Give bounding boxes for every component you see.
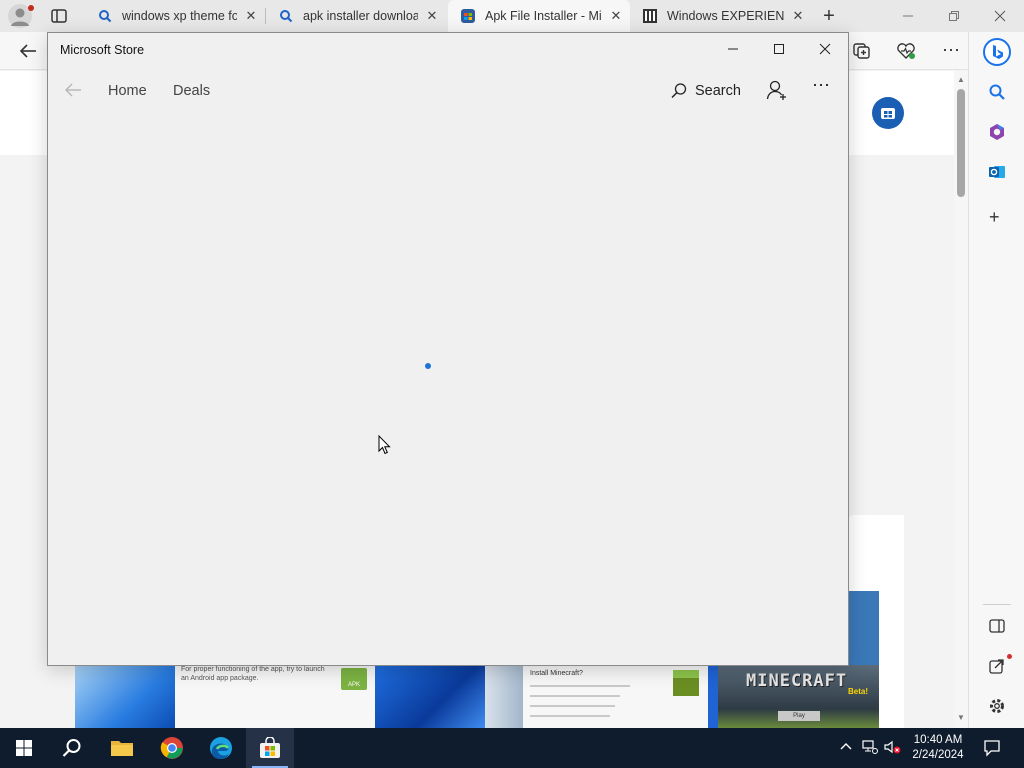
search-sidebar-icon[interactable] [988, 83, 1006, 106]
hide-sidebar-icon[interactable] [989, 619, 1005, 638]
copilot-icon[interactable] [983, 38, 1011, 66]
store-minimize-button[interactable] [710, 33, 756, 65]
mouse-cursor-icon [378, 434, 391, 460]
page-scrollbar[interactable]: ▲ ▼ [954, 71, 968, 728]
store-taskbar-button[interactable] [246, 728, 294, 768]
tab-windows-xp-theme[interactable]: windows xp theme fo ✕ [85, 0, 265, 32]
tab-title: Windows EXPERIENCE [667, 9, 784, 23]
close-icon[interactable]: ✕ [418, 8, 446, 24]
windows11-wallpaper-thumb [375, 665, 485, 728]
search-button[interactable]: Search [670, 81, 741, 101]
store-close-button[interactable] [802, 33, 848, 65]
edge-button[interactable] [197, 728, 245, 768]
tab-title: apk installer downloa [303, 9, 418, 23]
show-hidden-icons-chevron-icon[interactable] [840, 740, 852, 755]
apk-badge: APK [341, 668, 367, 690]
apk-dialog-thumb: For proper functioning of the app, try t… [175, 665, 375, 728]
nav-home-link[interactable]: Home [108, 83, 147, 99]
tab-windows-experience[interactable]: Windows EXPERIENCE ✕ [630, 0, 812, 32]
close-icon[interactable]: ✕ [784, 8, 812, 24]
edge-icon [210, 737, 232, 759]
start-button[interactable] [0, 728, 48, 768]
sign-in-user-icon[interactable] [766, 79, 788, 106]
webpage-screenshot-strip: For proper functioning of the app, try t… [75, 665, 879, 728]
share-icon[interactable] [989, 654, 1012, 679]
back-arrow-icon[interactable] [18, 42, 38, 60]
file-explorer-button[interactable] [98, 728, 146, 768]
tab-title: windows xp theme fo [122, 9, 237, 23]
play-button-thumb: Play [778, 711, 820, 721]
profile-avatar[interactable] [8, 4, 34, 28]
thumb-install-title: Install Minecraft? [530, 670, 583, 677]
store-window-title: Microsoft Store [60, 43, 145, 57]
store-icon [260, 737, 280, 758]
clock-date: 2/24/2024 [912, 749, 964, 761]
browser-close-button[interactable] [977, 0, 1023, 32]
system-clock[interactable]: 10:40 AM 2/24/2024 [906, 733, 970, 763]
close-icon[interactable]: ✕ [237, 8, 265, 24]
tab-apk-file-installer[interactable]: Apk File Installer - Mic ✕ [448, 0, 630, 32]
add-sidebar-app-icon[interactable]: + [989, 207, 1000, 228]
taskbar-search-button[interactable] [48, 728, 96, 768]
notifications-icon[interactable] [983, 739, 1001, 760]
tab-apk-installer-download[interactable]: apk installer downloa ✕ [266, 0, 446, 32]
store-maximize-button[interactable] [756, 33, 802, 65]
folder-icon [111, 741, 133, 756]
chrome-button[interactable] [148, 728, 196, 768]
thumb-line [530, 715, 610, 717]
thumb-line [530, 705, 615, 707]
search-icon [278, 8, 294, 24]
install-dialog-thumb: Install Minecraft? [523, 665, 713, 728]
windows-logo-icon [16, 740, 32, 756]
collections-icon[interactable] [852, 42, 872, 60]
loading-spinner [425, 363, 431, 369]
edge-sidebar: + [968, 32, 1024, 728]
scroll-down-arrow-icon[interactable]: ▼ [957, 713, 965, 722]
network-icon[interactable] [862, 740, 878, 757]
taskbar: 10:40 AM 2/24/2024 [0, 728, 1024, 768]
search-label: Search [695, 83, 741, 99]
browser-essentials-icon[interactable] [896, 42, 916, 60]
chrome-icon [160, 737, 183, 759]
store-nav-bar: Home Deals Search ⋯ [48, 71, 848, 111]
settings-gear-icon[interactable] [988, 697, 1006, 720]
outlook-icon[interactable] [988, 163, 1006, 186]
thumb-line [530, 695, 620, 697]
microsoft-store-window: Microsoft Store Home Deals Search ⋯ [47, 32, 849, 666]
see-more-icon[interactable]: ⋯ [812, 75, 830, 96]
search-icon [97, 8, 113, 24]
windows11-wallpaper-thumb [75, 665, 175, 728]
tab-title: Apk File Installer - Mic [485, 9, 602, 23]
search-icon [62, 739, 81, 757]
beta-label: Beta! [848, 687, 869, 696]
browser-tab-strip: windows xp theme fo ✕ apk installer down… [0, 0, 1024, 32]
back-arrow-icon[interactable] [64, 83, 82, 102]
thumb-line [530, 685, 630, 687]
clock-time: 10:40 AM [913, 734, 963, 746]
store-icon [460, 8, 476, 24]
search-icon [670, 82, 688, 100]
scroll-up-arrow-icon[interactable]: ▲ [957, 75, 965, 84]
new-tab-button[interactable]: + [818, 5, 840, 27]
browser-restore-button[interactable] [931, 0, 977, 32]
store-badge-icon[interactable] [872, 97, 904, 129]
minecraft-block-icon [673, 670, 699, 696]
browser-minimize-button[interactable] [885, 0, 931, 32]
nav-deals-link[interactable]: Deals [173, 83, 210, 99]
tab-actions-icon[interactable] [50, 8, 68, 24]
close-icon[interactable]: ✕ [602, 8, 630, 24]
volume-muted-icon[interactable] [884, 740, 902, 757]
thumb-gap [708, 665, 718, 728]
more-options-icon[interactable]: ⋯ [940, 40, 962, 60]
site-icon [642, 8, 658, 24]
minecraft-thumb: MINECRAFT Beta! Play [718, 665, 879, 728]
thumb-gap [485, 665, 525, 728]
office-icon[interactable] [988, 123, 1006, 146]
sidebar-divider [983, 604, 1011, 605]
scrollbar-thumb[interactable] [957, 89, 965, 197]
thumb-text: For proper functioning of the app, try t… [181, 666, 325, 682]
minecraft-logo-text: MINECRAFT [746, 671, 848, 691]
